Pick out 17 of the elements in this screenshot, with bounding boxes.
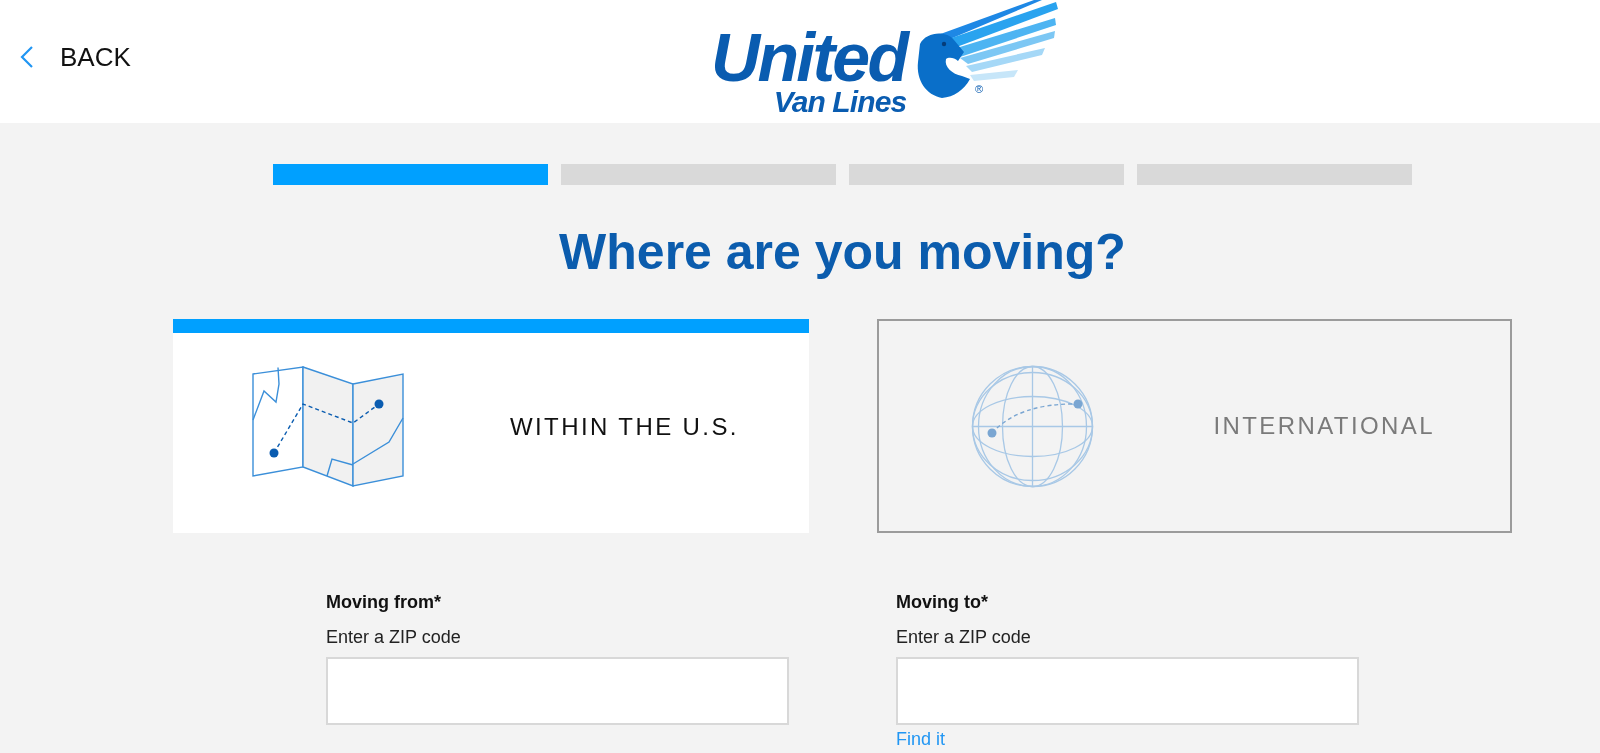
logo-wordmark: United [711, 28, 907, 86]
zip-input[interactable] [326, 657, 789, 725]
field-hint: Enter a ZIP code [896, 626, 1032, 649]
page-title: Where are you moving? [558, 223, 1127, 282]
registered-mark: ® [975, 84, 984, 95]
map-icon [252, 365, 405, 489]
move-type-card[interactable]: INTERNATIONAL [876, 319, 1512, 533]
eagle-icon [916, 0, 1060, 100]
field-label: Moving to* [896, 591, 989, 614]
chevron-left-icon [20, 46, 33, 68]
globe-icon [970, 364, 1094, 488]
move-type-card[interactable]: WITHIN THE U.S. [173, 319, 809, 533]
zip-input[interactable] [896, 657, 1359, 725]
logo-tagline: Van Lines [773, 88, 907, 116]
field-hint: Enter a ZIP code [326, 626, 462, 649]
back-button[interactable]: BACK [20, 42, 131, 72]
field-label: Moving from* [326, 591, 442, 614]
